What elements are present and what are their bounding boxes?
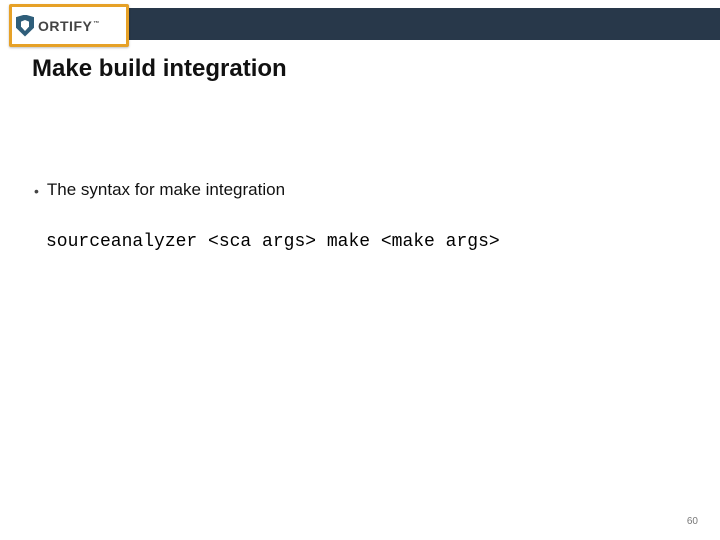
logo-trademark: ™	[93, 21, 100, 27]
page-title: Make build integration	[32, 55, 287, 83]
logo-text: ORTIFY™	[38, 18, 99, 34]
bullet-text: The syntax for make integration	[47, 180, 285, 200]
header-accent-bar	[122, 8, 720, 40]
logo-badge: ORTIFY™	[9, 4, 129, 47]
bullet-marker: •	[34, 181, 39, 201]
code-snippet: sourceanalyzer <sca args> make <make arg…	[46, 232, 500, 252]
header-bar: ORTIFY™	[0, 0, 720, 47]
logo-text-main: ORTIFY	[38, 18, 92, 34]
bullet-item: • The syntax for make integration	[34, 180, 285, 200]
shield-icon-inner	[21, 20, 29, 31]
shield-icon	[16, 15, 34, 37]
logo-inner: ORTIFY™	[12, 7, 126, 44]
page-number: 60	[687, 516, 698, 527]
slide: ORTIFY™ Make build integration • The syn…	[0, 0, 720, 540]
